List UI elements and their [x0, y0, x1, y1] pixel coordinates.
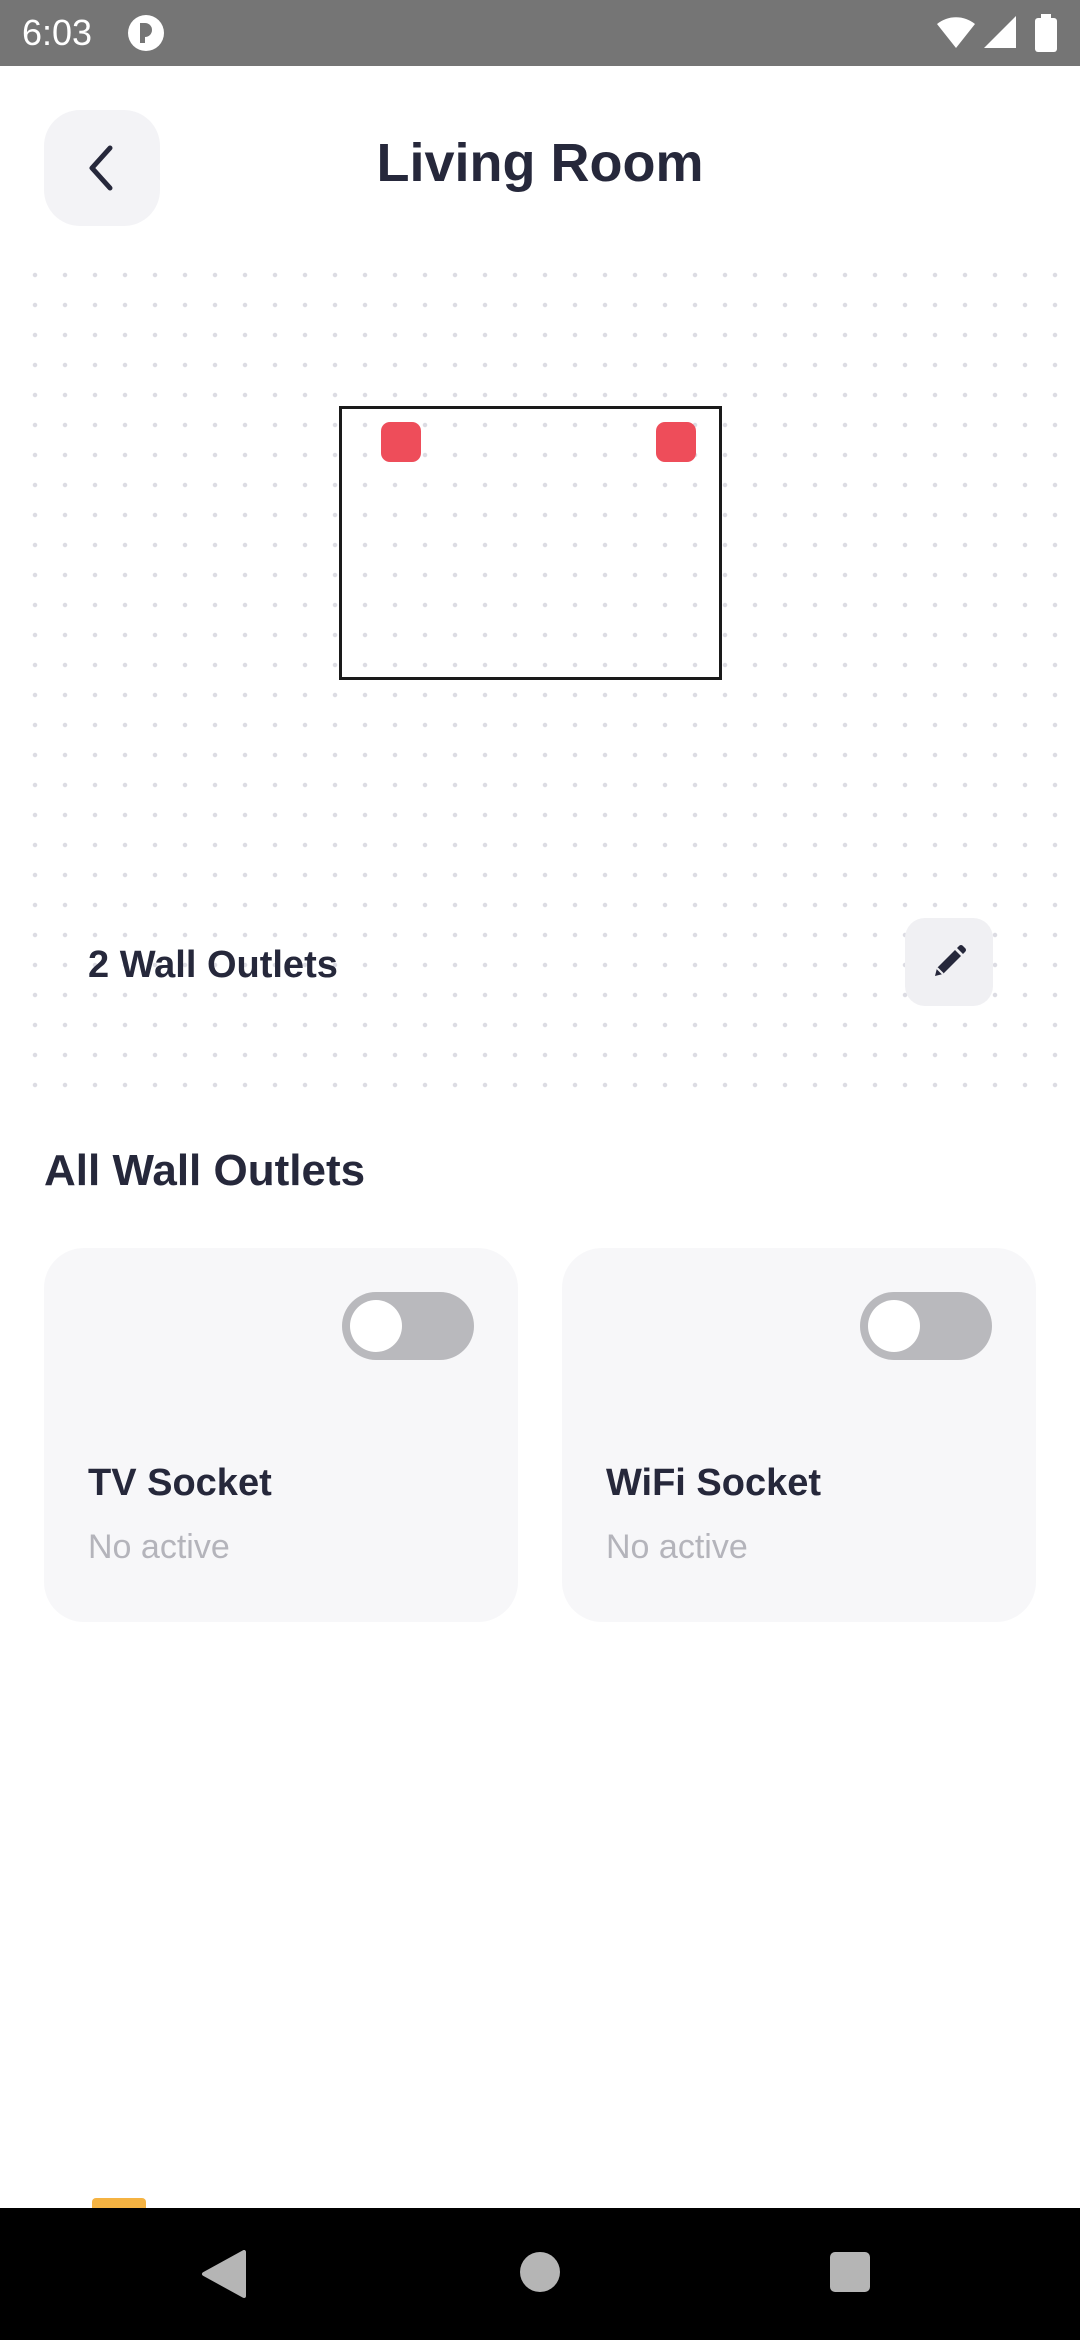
outlet-toggle-wifi[interactable]: [860, 1292, 992, 1360]
outlet-name: TV Socket: [88, 1462, 272, 1504]
nav-recents-icon[interactable]: [830, 2252, 870, 2292]
outlet-marker-wifi[interactable]: [656, 422, 696, 462]
pencil-icon: [935, 945, 966, 976]
status-time: 6:03: [22, 12, 93, 53]
bottom-sheet-peek[interactable]: [92, 2198, 146, 2208]
outlet-card-tv[interactable]: TV Socket No active: [44, 1248, 518, 1622]
nav-home-icon[interactable]: [520, 2252, 560, 2292]
wifi-icon: [936, 14, 976, 55]
edit-button[interactable]: [905, 918, 993, 1006]
section-title: All Wall Outlets: [44, 1146, 366, 1195]
outlet-status: No active: [606, 1528, 748, 1566]
outlet-status: No active: [88, 1528, 230, 1566]
toggle-knob: [868, 1300, 920, 1352]
page-title: Living Room: [376, 133, 704, 193]
outlet-card-wifi[interactable]: WiFi Socket No active: [562, 1248, 1036, 1622]
outlet-marker-tv[interactable]: [381, 422, 421, 462]
notification-app-icon: [127, 14, 165, 52]
nav-back-icon[interactable]: [200, 2250, 246, 2303]
outlets-count: 2 Wall Outlets: [88, 944, 338, 986]
toggle-knob: [350, 1300, 402, 1352]
outlet-toggle-tv[interactable]: [342, 1292, 474, 1360]
signal-icon: [982, 14, 1018, 55]
battery-icon: [1035, 14, 1057, 57]
outlet-name: WiFi Socket: [606, 1462, 822, 1504]
